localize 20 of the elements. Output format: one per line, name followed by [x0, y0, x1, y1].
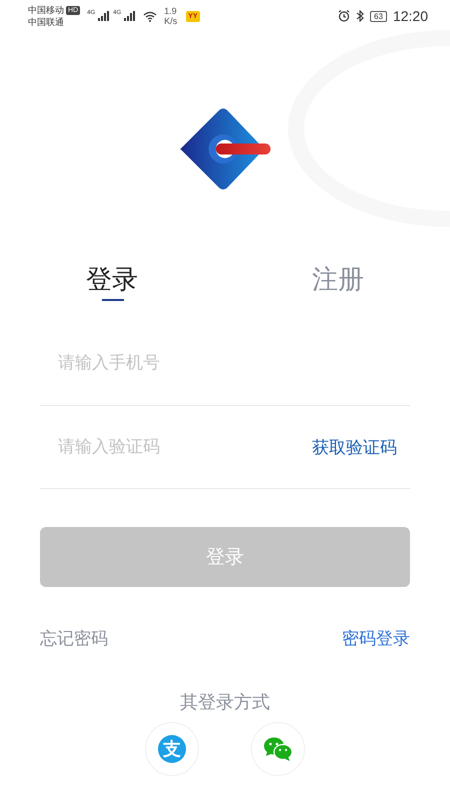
wifi-icon: [143, 10, 158, 22]
carrier-name: 中国移动: [28, 4, 64, 16]
text-input-field[interactable]: 请输入验证码: [40, 436, 312, 458]
alipay-login-button[interactable]: 支: [145, 722, 199, 776]
carrier-name: 中国联通: [28, 16, 65, 28]
text-input-field[interactable]: 请输入手机号: [40, 352, 410, 374]
clock-time: 12:20: [392, 8, 428, 24]
bluetooth-icon: [356, 10, 364, 22]
forgot-password-link[interactable]: 忘记密码: [40, 627, 108, 650]
password-login-link[interactable]: 密码登录: [342, 627, 410, 650]
battery-icon: 63: [370, 10, 387, 22]
signal-icon: [98, 11, 110, 21]
speed-unit: K/s: [164, 16, 178, 26]
tab[interactable]: 注册: [312, 262, 364, 297]
speed-value: 1.9: [164, 6, 178, 16]
chat-bubbles-icon: [263, 736, 293, 762]
signal-icon: [124, 11, 136, 21]
other-methods-label: 其登录方式: [179, 691, 271, 714]
get-code-link[interactable]: 获取验证码: [312, 436, 410, 458]
alarm-icon: [338, 10, 350, 22]
